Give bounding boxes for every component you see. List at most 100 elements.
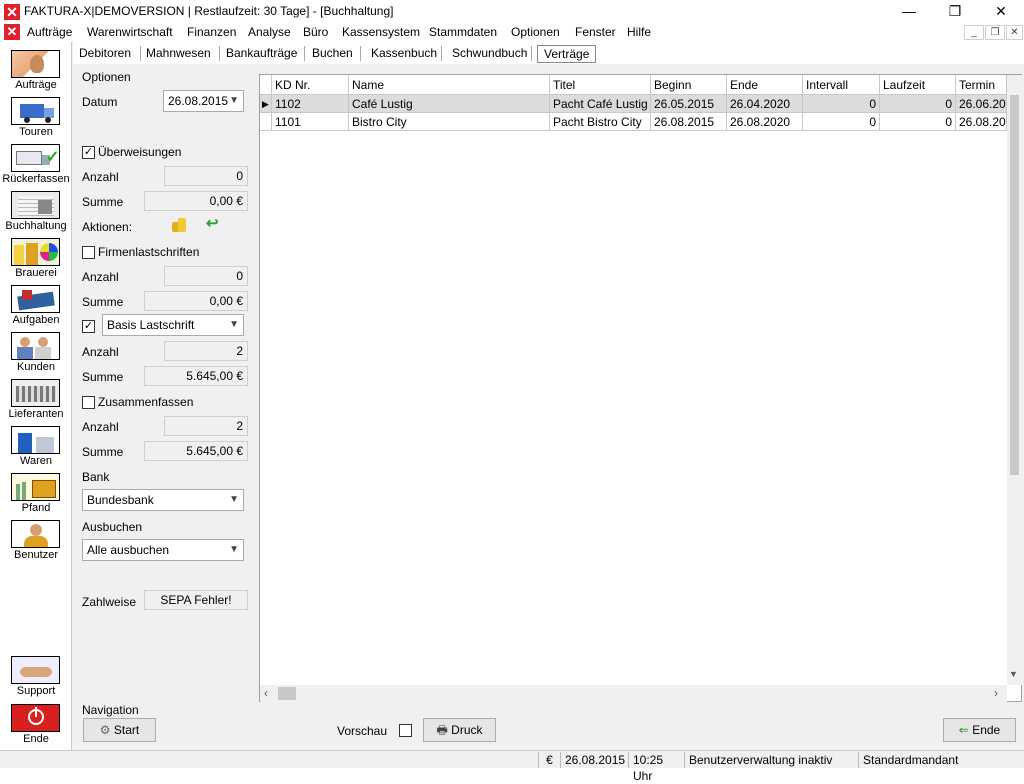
cell-name[interactable]: Café Lustig <box>349 95 550 113</box>
firmenlastschriften-summe: 0,00 € <box>144 291 248 311</box>
cell-ende[interactable]: 26.04.2020 <box>727 95 803 113</box>
scroll-right-arrow-icon[interactable]: › <box>994 686 998 700</box>
options-group-label: Optionen <box>82 70 131 84</box>
column-header-beginn[interactable]: Beginn <box>651 75 727 95</box>
contracts-grid[interactable]: KD Nr. Name Titel Beginn Ende Intervall … <box>259 74 1022 702</box>
cell-kdnr[interactable]: 1101 <box>272 113 349 131</box>
ausbuchen-select[interactable]: Alle ausbuchen ▼ <box>82 539 244 561</box>
undo-arrow-icon[interactable]: ↩ <box>206 216 222 232</box>
druck-button[interactable]: 🖶 Druck <box>423 718 496 742</box>
horizontal-scrollbar[interactable]: ‹ › <box>260 685 1007 702</box>
scrollbar-thumb[interactable] <box>1010 95 1019 475</box>
tab-schwundbuch[interactable]: Schwundbuch <box>446 45 533 63</box>
lastschrift-type-select[interactable]: Basis Lastschrift ▼ <box>102 314 244 336</box>
minimize-button[interactable]: — <box>886 0 932 23</box>
maximize-button[interactable]: ❐ <box>932 0 978 23</box>
cell-termin[interactable]: 26.06.201 <box>956 95 1007 113</box>
scroll-left-arrow-icon[interactable]: ‹ <box>264 686 268 700</box>
bank-select[interactable]: Bundesbank ▼ <box>82 489 244 511</box>
cell-laufzeit[interactable]: 0 <box>880 95 956 113</box>
menu-finanzen[interactable]: Finanzen <box>187 25 236 39</box>
column-header-name[interactable]: Name <box>349 75 550 95</box>
user-icon <box>11 520 60 548</box>
cell-name[interactable]: Bistro City <box>349 113 550 131</box>
printer-icon: 🖶 <box>436 723 448 737</box>
sidebar-item-buchhaltung[interactable]: Buchhaltung <box>0 187 72 234</box>
cell-titel[interactable]: Pacht Café Lustig <box>550 95 651 113</box>
zusammenfassen-checkbox[interactable] <box>82 396 95 409</box>
lastschrift-type-value: Basis Lastschrift <box>107 318 195 332</box>
menu-fenster[interactable]: Fenster <box>575 25 616 39</box>
coins-icon[interactable] <box>172 216 188 232</box>
column-header-ende[interactable]: Ende <box>727 75 803 95</box>
sidebar-item-touren[interactable]: Touren <box>0 93 72 140</box>
basis-lastschrift-checkbox[interactable]: ✓ <box>82 320 95 333</box>
menu-optionen[interactable]: Optionen <box>511 25 560 39</box>
summe-label: Summe <box>82 445 124 459</box>
mdi-logo-icon[interactable]: ✕ <box>4 24 20 40</box>
column-header-laufzeit[interactable]: Laufzeit <box>880 75 956 95</box>
sidebar-item-pfand[interactable]: Pfand <box>0 469 72 516</box>
menu-buero[interactable]: Büro <box>303 25 328 39</box>
cell-intervall[interactable]: 0 <box>803 95 880 113</box>
sidebar-item-kunden[interactable]: Kunden <box>0 328 72 375</box>
menu-stammdaten[interactable]: Stammdaten <box>429 25 497 39</box>
cell-termin[interactable]: 26.08.201 <box>956 113 1007 131</box>
cell-beginn[interactable]: 26.05.2015 <box>651 95 727 113</box>
vertical-scrollbar[interactable]: ▼ <box>1007 75 1022 685</box>
mdi-minimize-button[interactable]: _ <box>964 25 984 40</box>
tab-debitoren[interactable]: Debitoren <box>73 45 137 63</box>
mdi-close-button[interactable]: ✕ <box>1006 25 1023 40</box>
menu-auftraege[interactable]: Aufträge <box>27 25 72 39</box>
cell-laufzeit[interactable]: 0 <box>880 113 956 131</box>
tab-buchen[interactable]: Buchen <box>306 45 359 63</box>
sidebar-item-lieferanten[interactable]: Lieferanten <box>0 375 72 422</box>
tab-kassenbuch[interactable]: Kassenbuch <box>365 45 443 63</box>
ueberweisungen-checkbox[interactable]: ✓ <box>82 146 95 159</box>
sidebar-item-aufgaben[interactable]: Aufgaben <box>0 281 72 328</box>
sidebar-item-support[interactable]: Support <box>0 652 72 699</box>
sidebar-item-waren[interactable]: Waren <box>0 422 72 469</box>
start-button[interactable]: ⚙ Start <box>83 718 156 742</box>
tab-mahnwesen[interactable]: Mahnwesen <box>140 45 217 63</box>
orders-icon <box>11 50 60 78</box>
sidebar-item-brauerei[interactable]: Brauerei <box>0 234 72 281</box>
scroll-down-arrow-icon[interactable]: ▼ <box>1009 669 1018 679</box>
menu-kassensystem[interactable]: Kassensystem <box>342 25 420 39</box>
column-header-intervall[interactable]: Intervall <box>803 75 880 95</box>
tab-bankauftraege[interactable]: Bankaufträge <box>220 45 303 63</box>
ende-button[interactable]: ⇐ Ende <box>943 718 1016 742</box>
firmenlastschriften-checkbox[interactable] <box>82 246 95 259</box>
cell-intervall[interactable]: 0 <box>803 113 880 131</box>
column-header-termin[interactable]: Termin <box>956 75 1007 95</box>
datum-picker[interactable]: 26.08.2015 ▼ <box>163 90 244 112</box>
cell-ende[interactable]: 26.08.2020 <box>727 113 803 131</box>
row-header[interactable] <box>260 113 272 131</box>
menu-analyse[interactable]: Analyse <box>248 25 291 39</box>
sidebar-item-rueckerfassen[interactable]: ✓ Rückerfassen <box>0 140 72 187</box>
sidebar-item-benutzer[interactable]: Benutzer <box>0 516 72 563</box>
column-header-kdnr[interactable]: KD Nr. <box>272 75 349 95</box>
sidebar-label: Support <box>16 685 56 697</box>
sidebar-item-auftraege[interactable]: Aufträge <box>0 46 72 93</box>
sidebar-item-ende[interactable]: Ende <box>0 700 72 747</box>
menu-warenwirtschaft[interactable]: Warenwirtschaft <box>87 25 173 39</box>
cell-titel[interactable]: Pacht Bistro City <box>550 113 651 131</box>
vorschau-checkbox[interactable] <box>399 724 412 737</box>
goods-icon <box>11 426 60 454</box>
suppliers-icon <box>11 379 60 407</box>
customers-icon <box>11 332 60 360</box>
navigation-label: Navigation <box>82 703 139 717</box>
menu-hilfe[interactable]: Hilfe <box>627 25 651 39</box>
close-button[interactable]: ✕ <box>978 0 1024 23</box>
mdi-restore-button[interactable]: ❐ <box>985 25 1005 40</box>
app-logo-icon: ✕ <box>4 4 20 20</box>
tab-vertraege[interactable]: Verträge <box>537 45 597 63</box>
cell-beginn[interactable]: 26.08.2015 <box>651 113 727 131</box>
cell-kdnr[interactable]: 1102 <box>272 95 349 113</box>
column-header-titel[interactable]: Titel <box>550 75 651 95</box>
scrollbar-thumb[interactable] <box>278 687 296 700</box>
basis-anzahl: 2 <box>164 341 248 361</box>
ueberweisungen-anzahl: 0 <box>164 166 248 186</box>
chevron-down-icon: ▼ <box>229 95 239 106</box>
